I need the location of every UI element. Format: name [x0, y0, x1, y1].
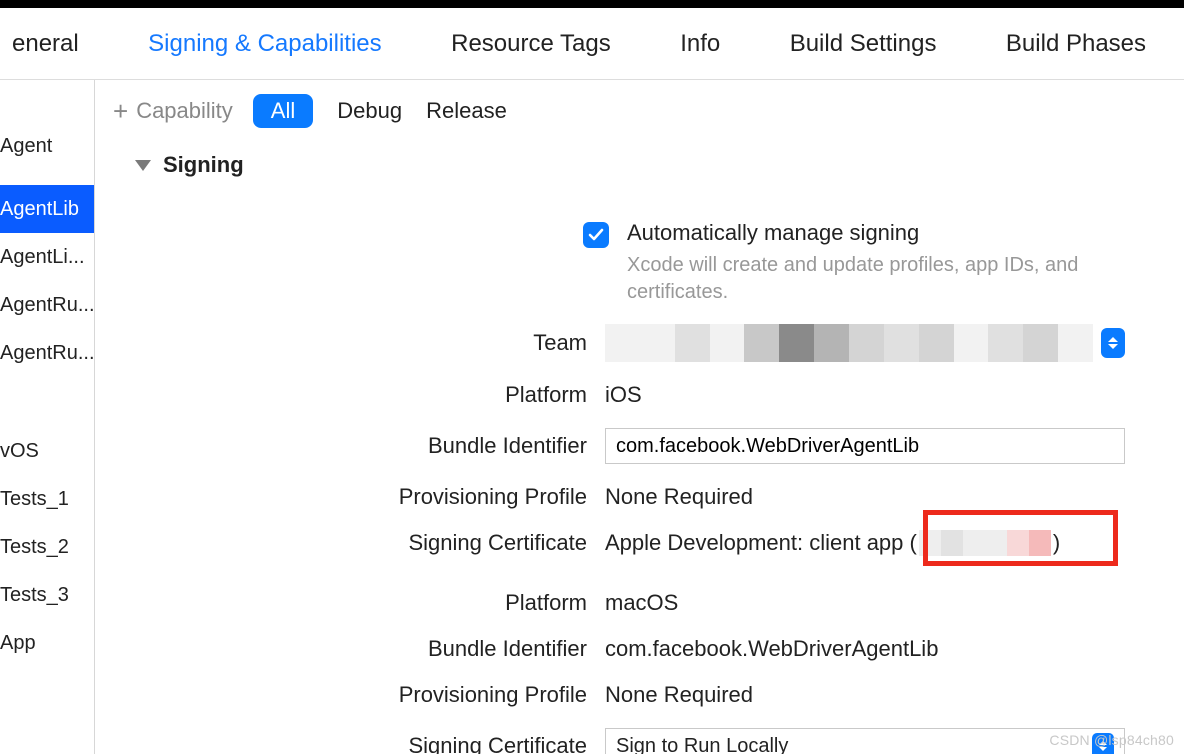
auto-manage-subtext: Xcode will create and update profiles, a… [627, 252, 1167, 306]
sidebar-item-agentli[interactable]: AgentLi... [0, 233, 94, 281]
team-dropdown[interactable] [605, 324, 1125, 362]
sidebar-item-agentlib[interactable]: AgentLib [0, 185, 94, 233]
cert-dropdown-macos[interactable]: Sign to Run Locally [605, 728, 1125, 754]
platform-value-macos: macOS [605, 590, 1184, 616]
cert-text-prefix: Apple Development: client app ( [605, 530, 917, 556]
disclosure-triangle-icon [135, 160, 151, 171]
bundle-label-ios: Bundle Identifier [145, 433, 605, 459]
tab-resource-tags[interactable]: Resource Tags [425, 30, 637, 58]
segment-all[interactable]: All [253, 94, 313, 128]
config-segment: All Debug Release [253, 94, 507, 128]
sidebar-item-agentru-2[interactable]: AgentRu... [0, 329, 94, 377]
provisioning-label-macos: Provisioning Profile [145, 682, 605, 708]
sidebar-item-tests-1[interactable]: Tests_1 [0, 475, 94, 523]
sidebar-item-vos[interactable]: vOS [0, 427, 94, 475]
tab-build-settings[interactable]: Build Settings [764, 30, 963, 58]
auto-manage-checkbox[interactable] [583, 222, 609, 248]
cert-label-macos: Signing Certificate [145, 733, 605, 754]
bundle-identifier-input-ios[interactable] [605, 428, 1125, 464]
plus-icon: + [113, 96, 128, 127]
window-top-bar [0, 0, 1184, 8]
team-redacted-value [605, 324, 1093, 362]
segment-debug[interactable]: Debug [337, 98, 402, 124]
watermark-text: CSDN @lsp84ch80 [1049, 732, 1174, 748]
auto-manage-label: Automatically manage signing [627, 220, 1167, 246]
capabilities-toolbar: + Capability All Debug Release [95, 80, 1184, 146]
bundle-label-macos: Bundle Identifier [145, 636, 605, 662]
checkmark-icon [588, 227, 604, 243]
cert-text-suffix: ) [1053, 530, 1060, 556]
provisioning-value-macos: None Required [605, 682, 1184, 708]
provisioning-label-ios: Provisioning Profile [145, 484, 605, 510]
sidebar-item-tests-2[interactable]: Tests_2 [0, 523, 94, 571]
cert-value-ios: Apple Development: client app ( ) [605, 530, 1184, 556]
main-content: + Capability All Debug Release Signing A… [95, 80, 1184, 754]
sidebar-item-app[interactable]: App [0, 619, 94, 667]
platform-label-ios: Platform [145, 382, 605, 408]
team-label: Team [145, 330, 605, 356]
bundle-value-macos: com.facebook.WebDriverAgentLib [605, 636, 1184, 662]
provisioning-value-ios: None Required [605, 484, 1184, 510]
tab-info[interactable]: Info [654, 30, 746, 58]
platform-label-macos: Platform [145, 590, 605, 616]
cert-redacted [919, 530, 1051, 556]
section-title: Signing [163, 152, 244, 178]
cert-label-ios: Signing Certificate [145, 530, 605, 556]
signing-section-header[interactable]: Signing [95, 146, 1184, 178]
sidebar-item-agentru-1[interactable]: AgentRu... [0, 281, 94, 329]
tab-general[interactable]: eneral [12, 30, 105, 58]
sidebar-item-tests-3[interactable]: Tests_3 [0, 571, 94, 619]
updown-arrows-icon [1101, 328, 1125, 358]
top-tab-bar: eneral Signing & Capabilities Resource T… [0, 8, 1184, 80]
signing-form: Automatically manage signing Xcode will … [95, 178, 1184, 754]
add-capability-label: Capability [136, 98, 233, 124]
sidebar-item-agent[interactable]: Agent [0, 122, 94, 170]
tab-build-phases[interactable]: Build Phases [980, 30, 1172, 58]
platform-value-ios: iOS [605, 382, 1184, 408]
segment-release[interactable]: Release [426, 98, 507, 124]
add-capability-button[interactable]: + Capability [113, 96, 233, 127]
cert-dropdown-value: Sign to Run Locally [616, 735, 788, 754]
tab-signing-capabilities[interactable]: Signing & Capabilities [122, 30, 407, 58]
target-sidebar: Agent AgentLib AgentLi... AgentRu... Age… [0, 80, 95, 754]
